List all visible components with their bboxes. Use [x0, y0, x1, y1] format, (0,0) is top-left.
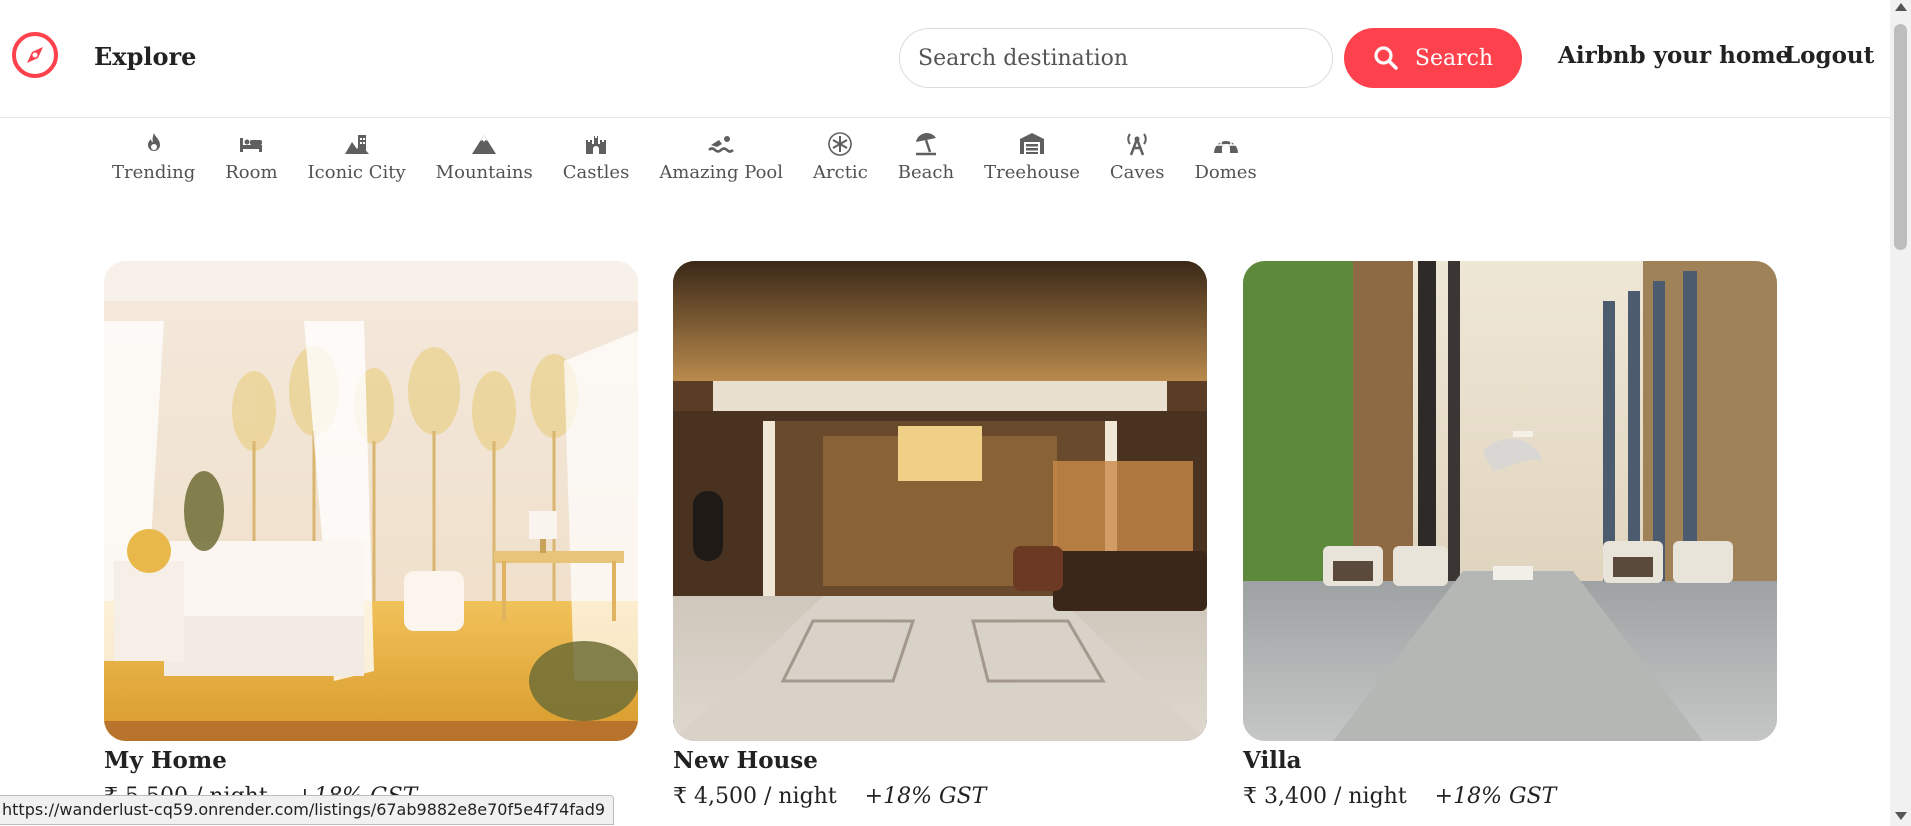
- filter-beach[interactable]: Beach: [898, 130, 954, 200]
- igloo-icon: [1213, 138, 1238, 153]
- filter-label: Mountains: [435, 162, 533, 183]
- listing-tax: +18% GST: [1434, 784, 1557, 809]
- bed-icon: [240, 138, 263, 152]
- listing-image-villa[interactable]: [1243, 261, 1777, 741]
- listing-price-row: ₹ 3,400 / night +18% GST: [1243, 784, 1777, 809]
- filter-castles[interactable]: Castles: [562, 130, 630, 200]
- filter-iconic-city[interactable]: Iconic City: [308, 130, 406, 200]
- search-icon: [1374, 46, 1398, 70]
- explore-link[interactable]: Explore: [94, 42, 196, 71]
- filter-treehouse[interactable]: Treehouse: [984, 130, 1080, 200]
- listing-card[interactable]: My Home ₹ 5,500 / night +18% GST: [104, 261, 638, 809]
- filter-bar: Trending Room Iconic City Mountains Cast…: [112, 130, 1287, 200]
- listing-price: ₹ 3,400 / night: [1243, 784, 1407, 809]
- logout-link[interactable]: Logout: [1784, 42, 1874, 69]
- listing-title: My Home: [104, 747, 227, 774]
- filter-label: Castles: [562, 162, 630, 183]
- villa-lounge-photo: [1243, 261, 1777, 741]
- listing-price-row: ₹ 4,500 / night +18% GST: [673, 784, 1207, 809]
- listing-image-bedroom[interactable]: [104, 261, 638, 741]
- filter-label: Domes: [1194, 162, 1257, 183]
- warehouse-icon: [1019, 133, 1044, 154]
- filter-label: Caves: [1109, 162, 1165, 183]
- city-icon: [344, 135, 369, 154]
- filter-mountains[interactable]: Mountains: [436, 130, 533, 200]
- scroll-up-arrow[interactable]: [1895, 3, 1907, 11]
- scroll-down-arrow[interactable]: [1895, 812, 1907, 820]
- filter-label: Beach: [897, 162, 955, 183]
- listing-tax: +18% GST: [864, 784, 987, 809]
- mountain-icon: [472, 135, 497, 154]
- navbar: Explore Search Airbnb your home Logout: [0, 0, 1890, 118]
- filter-amazing-pool[interactable]: Amazing Pool: [659, 130, 783, 200]
- tower-broadcast-icon: [1127, 133, 1147, 156]
- filter-arctic[interactable]: Arctic: [813, 130, 868, 200]
- swimmer-icon: [708, 136, 735, 153]
- listing-title: Villa: [1243, 747, 1302, 774]
- search-button[interactable]: Search: [1344, 28, 1522, 88]
- listing-price: ₹ 4,500 / night: [673, 784, 837, 809]
- listing-title: New House: [673, 747, 818, 774]
- filter-label: Treehouse: [984, 162, 1080, 183]
- filter-label: Room: [225, 162, 278, 183]
- vertical-scrollbar[interactable]: [1890, 0, 1911, 826]
- hotel-lobby-photo: [673, 261, 1207, 741]
- bedroom-photo: [104, 261, 638, 741]
- search-input[interactable]: [899, 28, 1333, 88]
- filter-label: Iconic City: [307, 162, 406, 183]
- filter-label: Trending: [112, 162, 196, 183]
- scroll-thumb[interactable]: [1894, 24, 1907, 250]
- filter-label: Arctic: [813, 162, 868, 183]
- snowflake-icon: [828, 132, 853, 156]
- castle-icon: [586, 136, 606, 154]
- filter-domes[interactable]: Domes: [1194, 130, 1257, 200]
- listing-card[interactable]: Villa ₹ 3,400 / night +18% GST: [1243, 261, 1777, 809]
- filter-caves[interactable]: Caves: [1109, 130, 1165, 200]
- filter-room[interactable]: Room: [225, 130, 278, 200]
- listing-card[interactable]: New House ₹ 4,500 / night +18% GST: [673, 261, 1207, 809]
- search-button-label: Search: [1414, 45, 1494, 71]
- compass-icon[interactable]: [10, 30, 60, 80]
- fire-icon: [147, 133, 160, 151]
- status-bar-url: https://wanderlust-cq59.onrender.com/lis…: [0, 795, 615, 825]
- filter-label: Amazing Pool: [659, 162, 784, 183]
- airbnb-your-home-link[interactable]: Airbnb your home: [1558, 42, 1790, 69]
- listing-image-hotel-lobby[interactable]: [673, 261, 1207, 741]
- filter-trending[interactable]: Trending: [112, 130, 195, 200]
- umbrella-beach-icon: [915, 133, 936, 156]
